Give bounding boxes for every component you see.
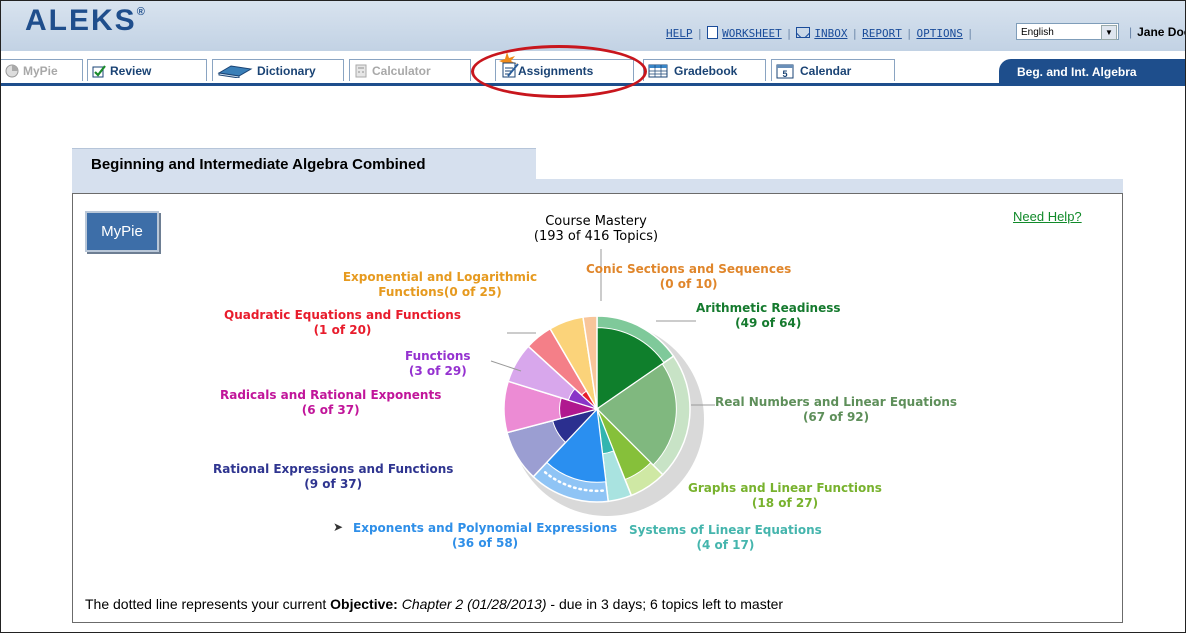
aleks-window: ALEKS® HELP | WORKSHEET | INBOX | REPORT | OPTIO… [0, 0, 1186, 633]
slice-label-quadratic-equations[interactable]: Quadratic Equations and Functions (1 of 2… [224, 308, 461, 338]
slice-label-graphs-linear-functions[interactable]: Graphs and Linear Functions (18 of 27) [688, 481, 882, 511]
objective-name[interactable]: Chapter 2 (01/28/2013) [402, 596, 547, 612]
slice-label-real-numbers[interactable]: Real Numbers and Linear Equations (67 of … [715, 395, 957, 425]
objective-note: The dotted line represents your current … [85, 596, 784, 612]
current-objective-arrow-icon: ➤ [333, 520, 344, 534]
slice-label-rational-expressions[interactable]: Rational Expressions and Functions (9 of … [213, 462, 453, 492]
slice-label-conic-sections[interactable]: Conic Sections and Sequences (0 of 10) [586, 262, 791, 292]
slice-label-arithmetic-readiness[interactable]: Arithmetic Readiness (49 of 64) [696, 301, 841, 331]
slice-label-exponents-polynomials[interactable]: ➤ Exponents and Polynomial Expressions (3… [333, 520, 617, 551]
slice-label-radicals[interactable]: Radicals and Rational Exponents (6 of 37) [220, 388, 441, 418]
slice-label-systems-linear-equations[interactable]: Systems of Linear Equations (4 of 17) [629, 523, 822, 553]
slice-label-functions[interactable]: Functions (3 of 29) [405, 349, 471, 379]
slice-label-exponential-logarithmic[interactable]: Exponential and Logarithmic Functions(0 … [324, 270, 556, 300]
